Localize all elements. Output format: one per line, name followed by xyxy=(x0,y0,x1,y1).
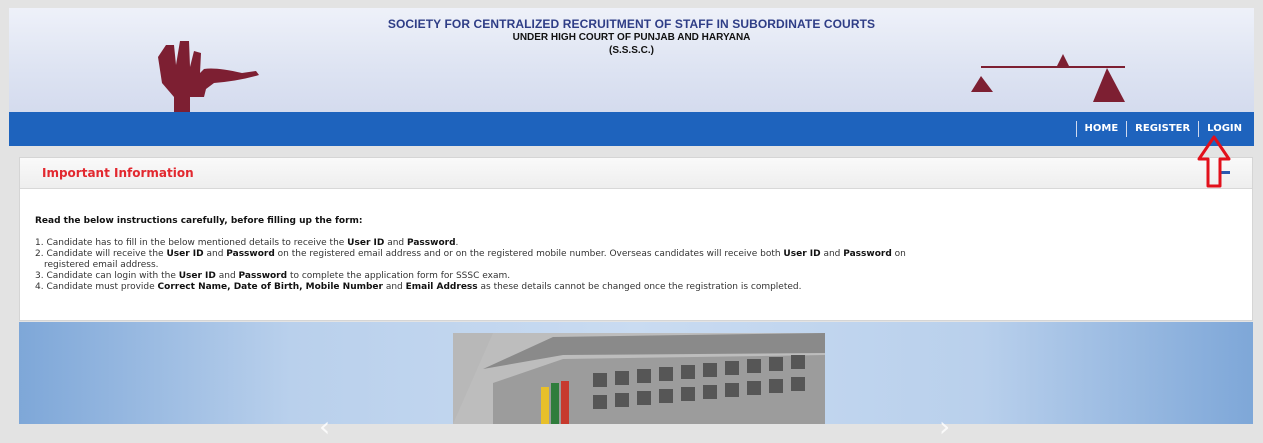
court-building-photo xyxy=(453,333,825,424)
chevron-right-icon[interactable]: › xyxy=(939,410,950,443)
login-pointer-arrow-icon xyxy=(1197,135,1231,188)
list-item: 3. Candidate can login with the User ID … xyxy=(35,271,511,281)
list-item: 2. Candidate will receive the User ID an… xyxy=(35,249,906,270)
banner-slider: ‹ › xyxy=(19,322,1253,443)
panel-header: Important Information xyxy=(20,158,1252,189)
important-info-panel: Important Information Read the below ins… xyxy=(19,157,1253,321)
chevron-left-icon[interactable]: ‹ xyxy=(319,410,330,443)
instructions-list: 1. Candidate has to fill in the below me… xyxy=(35,238,1215,293)
panel-title: Important Information xyxy=(42,166,194,180)
nav-register[interactable]: REGISTER xyxy=(1126,121,1198,137)
site-header: SOCIETY FOR CENTRALIZED RECRUITMENT OF S… xyxy=(9,8,1254,113)
list-item: 4. Candidate must provide Correct Name, … xyxy=(35,282,802,292)
org-subtitle: UNDER HIGH COURT OF PUNJAB AND HARYANA xyxy=(512,32,751,43)
nav-home[interactable]: HOME xyxy=(1075,121,1127,137)
scales-icon xyxy=(971,54,1125,102)
org-title: SOCIETY FOR CENTRALIZED RECRUITMENT OF S… xyxy=(387,17,876,31)
instructions-intro: Read the below instructions carefully, b… xyxy=(35,216,363,226)
top-navbar: HOME REGISTER LOGIN xyxy=(9,112,1254,146)
list-item: 1. Candidate has to fill in the below me… xyxy=(35,238,459,248)
